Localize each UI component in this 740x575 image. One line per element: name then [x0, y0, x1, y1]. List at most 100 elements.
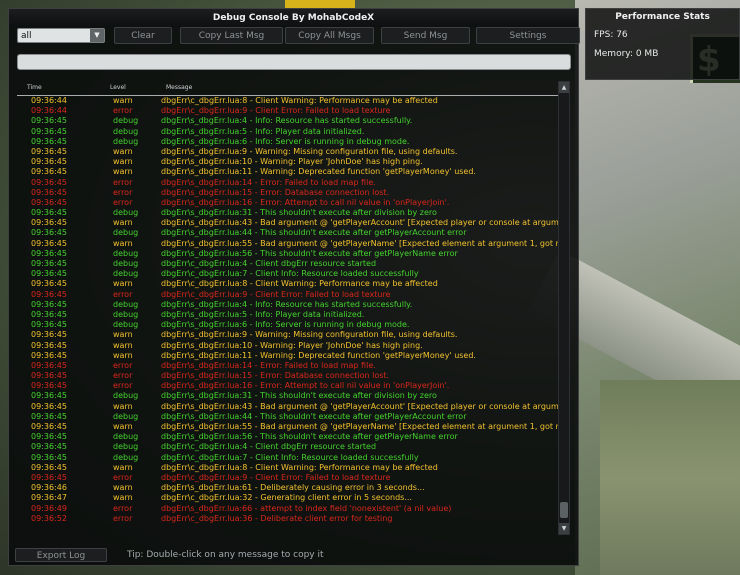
log-time: 09:36:45 — [31, 187, 67, 197]
log-message: dbgErr\c_dbgErr.lua:36 - Deliberate clie… — [161, 513, 393, 523]
log-time: 09:36:45 — [31, 350, 67, 360]
log-time: 09:36:45 — [31, 391, 67, 401]
log-message: dbgErr\s_dbgErr.lua:11 - Warning: Deprec… — [161, 167, 476, 177]
log-row[interactable]: 09:36:45 debug dbgErr\s_dbgErr.lua:44 - Th… — [17, 228, 559, 238]
log-row[interactable]: 09:36:45 debug dbgErr\s_dbgErr.lua:6 - Inf… — [17, 320, 559, 330]
log-time: 09:36:45 — [31, 371, 67, 381]
log-time: 09:36:45 — [31, 208, 67, 218]
log-level: debug — [113, 432, 139, 442]
log-row[interactable]: 09:36:45 warn dbgErr\s_dbgErr.lua:11 - War… — [17, 167, 559, 177]
log-level: error — [113, 360, 133, 370]
log-row[interactable]: 09:36:45 warn dbgErr\s_dbgErr.lua:55 - Bad… — [17, 239, 559, 249]
log-row[interactable]: 09:36:45 debug dbgErr\s_dbgErr.lua:4 - Inf… — [17, 300, 559, 310]
log-level: warn — [113, 238, 133, 248]
log-message: dbgErr\s_dbgErr.lua:9 - Warning: Missing… — [161, 146, 458, 156]
log-time: 09:36:44 — [31, 106, 67, 116]
log-level: debug — [113, 116, 139, 126]
chevron-down-icon[interactable]: ▼ — [90, 29, 104, 42]
log-row[interactable]: 09:36:45 warn dbgErr\s_dbgErr.lua:43 - Bad… — [17, 402, 559, 412]
log-level: warn — [113, 146, 133, 156]
log-level: warn — [113, 462, 133, 472]
log-row[interactable]: 09:36:52 error dbgErr\c_dbgErr.lua:36 - De… — [17, 514, 559, 524]
log-row[interactable]: 09:36:45 error dbgErr\s_dbgErr.lua:14 - Er… — [17, 178, 559, 188]
log-message: dbgErr\c_dbgErr.lua:9 - Client Error: Fa… — [161, 106, 391, 116]
log-row[interactable]: 09:36:45 warn dbgErr\s_dbgErr.lua:10 - War… — [17, 341, 559, 351]
log-row[interactable]: 09:36:45 debug dbgErr\s_dbgErr.lua:5 - Inf… — [17, 127, 559, 137]
log-row[interactable]: 09:36:45 error dbgErr\s_dbgErr.lua:16 - Er… — [17, 381, 559, 391]
command-input[interactable] — [17, 54, 571, 70]
log-row[interactable]: 09:36:45 error dbgErr\s_dbgErr.lua:14 - Er… — [17, 361, 559, 371]
export-log-button[interactable]: Export Log — [15, 548, 107, 562]
log-level: warn — [113, 157, 133, 167]
log-message: dbgErr\s_dbgErr.lua:5 - Info: Player dat… — [161, 309, 365, 319]
log-level: warn — [113, 401, 133, 411]
log-level: error — [113, 177, 133, 187]
log-row[interactable]: 09:36:45 warn dbgErr\s_dbgErr.lua:55 - Bad… — [17, 422, 559, 432]
log-message: dbgErr\s_dbgErr.lua:4 - Info: Resource h… — [161, 299, 413, 309]
log-row[interactable]: 09:36:45 error dbgErr\s_dbgErr.lua:16 - Er… — [17, 198, 559, 208]
log-time: 09:36:45 — [31, 218, 67, 228]
log-row[interactable]: 09:36:45 warn dbgErr\s_dbgErr.lua:43 - Bad… — [17, 218, 559, 228]
log-row[interactable]: 09:36:47 warn dbgErr\c_dbgErr.lua:32 - Gen… — [17, 493, 559, 503]
log-time: 09:36:45 — [31, 279, 67, 289]
scroll-up-icon[interactable]: ▲ — [559, 82, 569, 93]
log-level: error — [113, 513, 133, 523]
log-row[interactable]: 09:36:45 debug dbgErr\s_dbgErr.lua:44 - Th… — [17, 412, 559, 422]
performance-title: Performance Stats — [615, 12, 710, 22]
log-level: error — [113, 197, 133, 207]
log-row[interactable]: 09:36:45 debug dbgErr\s_dbgErr.lua:56 - Th… — [17, 249, 559, 259]
log-row[interactable]: 09:36:45 error dbgErr\s_dbgErr.lua:15 - Er… — [17, 188, 559, 198]
log-row[interactable]: 09:36:45 debug dbgErr\c_dbgErr.lua:7 - Cli… — [17, 269, 559, 279]
settings-button[interactable]: Settings — [476, 27, 580, 44]
log-level: error — [113, 381, 133, 391]
level-filter-dropdown[interactable]: all ▼ — [17, 28, 105, 43]
log-row[interactable]: 09:36:45 warn dbgErr\s_dbgErr.lua:9 - Warn… — [17, 147, 559, 157]
log-message: dbgErr\c_dbgErr.lua:7 - Client Info: Res… — [161, 452, 419, 462]
log-row[interactable]: 09:36:49 error dbgErr\s_dbgErr.lua:66 - at… — [17, 504, 559, 514]
log-row[interactable]: 09:36:45 debug dbgErr\c_dbgErr.lua:7 - Cli… — [17, 453, 559, 463]
copy-all-msgs-button[interactable]: Copy All Msgs — [285, 27, 374, 44]
log-row[interactable]: 09:36:45 warn dbgErr\c_dbgErr.lua:8 - Clie… — [17, 463, 559, 473]
log-row[interactable]: 09:36:44 error dbgErr\c_dbgErr.lua:9 - Cli… — [17, 106, 559, 116]
log-row[interactable]: 09:36:45 debug dbgErr\c_dbgErr.lua:4 - Cli… — [17, 259, 559, 269]
log-level: warn — [113, 96, 133, 105]
log-row[interactable]: 09:36:44 warn dbgErr\c_dbgErr.lua:8 - Clie… — [17, 96, 559, 106]
clear-button[interactable]: Clear — [114, 27, 172, 44]
log-row[interactable]: 09:36:45 debug dbgErr\s_dbgErr.lua:31 - Th… — [17, 391, 559, 401]
log-scrollbar[interactable]: ▲ ▼ — [558, 81, 570, 535]
log-message: dbgErr\c_dbgErr.lua:4 - Client dbgErr re… — [161, 259, 377, 268]
log-row[interactable]: 09:36:45 warn dbgErr\c_dbgErr.lua:8 - Clie… — [17, 279, 559, 289]
log-row[interactable]: 09:36:45 debug dbgErr\c_dbgErr.lua:4 - Cli… — [17, 442, 559, 452]
log-row[interactable]: 09:36:45 error dbgErr\s_dbgErr.lua:15 - Er… — [17, 371, 559, 381]
log-message: dbgErr\s_dbgErr.lua:15 - Error: Database… — [161, 371, 390, 381]
log-time: 09:36:45 — [31, 330, 67, 340]
log-row[interactable]: 09:36:45 warn dbgErr\s_dbgErr.lua:9 - Warn… — [17, 330, 559, 340]
log-time: 09:36:45 — [31, 299, 67, 309]
scroll-thumb[interactable] — [560, 502, 568, 518]
log-row[interactable]: 09:36:45 warn dbgErr\s_dbgErr.lua:11 - War… — [17, 351, 559, 361]
log-message: dbgErr\s_dbgErr.lua:55 - Bad argument @ … — [161, 238, 559, 248]
copy-last-msg-button[interactable]: Copy Last Msg — [180, 27, 283, 44]
console-footer: Export Log Tip: Double-click on any mess… — [9, 546, 580, 566]
log-time: 09:36:47 — [31, 493, 67, 503]
log-row[interactable]: 09:36:45 debug dbgErr\s_dbgErr.lua:6 - Inf… — [17, 137, 559, 147]
log-row[interactable]: 09:36:45 debug dbgErr\s_dbgErr.lua:56 - Th… — [17, 432, 559, 442]
console-title[interactable]: Debug Console By MohabCodeX — [9, 9, 578, 27]
log-row[interactable]: 09:36:45 warn dbgErr\s_dbgErr.lua:10 - War… — [17, 157, 559, 167]
log-message: dbgErr\s_dbgErr.lua:11 - Warning: Deprec… — [161, 350, 476, 360]
log-message: dbgErr\s_dbgErr.lua:4 - Info: Resource h… — [161, 116, 413, 126]
log-row[interactable]: 09:36:46 warn dbgErr\s_dbgErr.lua:61 - Del… — [17, 483, 559, 493]
log-row[interactable]: 09:36:45 error dbgErr\c_dbgErr.lua:9 - Cli… — [17, 290, 559, 300]
log-row[interactable]: 09:36:45 debug dbgErr\s_dbgErr.lua:31 - Th… — [17, 208, 559, 218]
log-list[interactable]: Time Level Message 09:36:44 warn dbgErr\c_… — [17, 81, 559, 537]
log-row[interactable]: 09:36:45 debug dbgErr\s_dbgErr.lua:5 - Inf… — [17, 310, 559, 320]
log-message: dbgErr\c_dbgErr.lua:8 - Client Warning: … — [161, 462, 438, 472]
log-time: 09:36:45 — [31, 452, 67, 462]
log-level: error — [113, 503, 133, 513]
scroll-down-icon[interactable]: ▼ — [559, 523, 569, 534]
log-level: debug — [113, 320, 139, 330]
log-row[interactable]: 09:36:45 debug dbgErr\s_dbgErr.lua:4 - Inf… — [17, 116, 559, 126]
log-row[interactable]: 09:36:45 error dbgErr\c_dbgErr.lua:9 - Cli… — [17, 473, 559, 483]
console-toolbar: all ▼ Clear Copy Last Msg Copy All Msgs … — [17, 27, 580, 47]
send-msg-button[interactable]: Send Msg — [381, 27, 470, 44]
